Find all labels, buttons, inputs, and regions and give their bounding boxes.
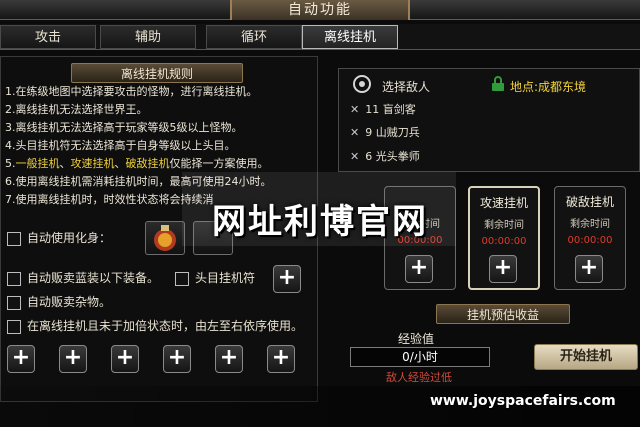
buff-slot-add-button[interactable]: + xyxy=(111,345,139,373)
rule-5-opt3: 破敌挂机 xyxy=(125,157,170,170)
rule-line-5: 5.一般挂机、攻速挂机、破敌挂机仅能择一方案使用。 xyxy=(5,155,317,173)
rule-line: 2.离线挂机无法选择世界王。 xyxy=(5,103,148,116)
auto-sell-misc-label: 自动贩卖杂物。 xyxy=(27,295,112,309)
buff-slot-add-button[interactable]: + xyxy=(59,345,87,373)
window-title: 自动功能 xyxy=(230,0,410,20)
rules-heading: 离线挂机规则 xyxy=(71,63,243,83)
site-url: www.joyspacefairs.com xyxy=(430,393,616,409)
mode-add-time-button[interactable]: + xyxy=(405,255,433,283)
enemy-item[interactable]: ✕ 11 盲剑客 xyxy=(350,101,416,117)
tab-attack[interactable]: 攻击 xyxy=(0,25,96,49)
enemy-item[interactable]: ✕ 6 光头拳师 xyxy=(350,148,420,164)
buff-slot-add-button[interactable]: + xyxy=(267,345,295,373)
map-location: 地点:成都东境 xyxy=(510,80,587,94)
auto-sell-blue-checkbox[interactable] xyxy=(7,271,21,286)
enemy-level: 11 xyxy=(365,103,380,116)
rule-line: 1.在练级地图中选择要攻击的怪物，进行离线挂机。 xyxy=(5,85,258,98)
estimate-heading: 挂机预估收益 xyxy=(436,304,570,324)
crossed-swords-icon: ✕ xyxy=(350,126,360,139)
buff-slot-add-button[interactable]: + xyxy=(163,345,191,373)
rule-line: 3.离线挂机无法选择高于玩家等级5级以上怪物。 xyxy=(5,121,243,134)
enemy-name: 盲剑客 xyxy=(382,103,416,116)
rule-5-sep2: 、 xyxy=(114,157,126,170)
rule-5-opt1: 一般挂机 xyxy=(15,157,60,170)
boss-charm-checkbox[interactable] xyxy=(175,271,189,286)
tab-support[interactable]: 辅助 xyxy=(100,25,196,49)
buff-order-label: 在离线挂机且未于加倍状态时，由左至右依序使用。 xyxy=(27,319,304,333)
tab-loop[interactable]: 循环 xyxy=(206,25,302,49)
exp-warning: 敌人经验过低 xyxy=(386,371,452,384)
buff-order-checkbox[interactable] xyxy=(7,319,21,334)
start-idle-button[interactable]: 开始挂机 xyxy=(534,344,638,370)
rule-5-opt2: 攻速挂机 xyxy=(70,157,115,170)
boss-charm-option[interactable]: 头目挂机符 xyxy=(175,269,255,289)
auto-sell-misc-checkbox[interactable] xyxy=(7,295,21,310)
auto-sell-misc-option[interactable]: 自动贩卖杂物。 xyxy=(7,293,111,313)
watermark-text: 网址利博官网 xyxy=(212,202,428,242)
buff-order-option[interactable]: 在离线挂机且未于加倍状态时，由左至右依序使用。 xyxy=(7,317,303,337)
auto-sell-blue-option[interactable]: 自动贩卖蓝装以下装备。 xyxy=(7,269,159,289)
enemy-name: 光头拳师 xyxy=(375,150,420,163)
buff-slot-add-button[interactable]: + xyxy=(7,345,35,373)
exp-label: 经验值 xyxy=(398,332,435,346)
tab-offline[interactable]: 离线挂机 xyxy=(302,25,398,49)
buff-slot-add-button[interactable]: + xyxy=(215,345,243,373)
auto-sell-blue-label: 自动贩卖蓝装以下装备。 xyxy=(27,271,160,285)
boss-charm-label: 头目挂机符 xyxy=(195,271,256,285)
rule-5-num: 5. xyxy=(5,157,16,170)
crossed-swords-icon: ✕ xyxy=(350,150,360,163)
enemy-select-title: 选择敌人 xyxy=(382,80,431,94)
target-icon xyxy=(353,75,371,93)
title-bar: 自动功能 xyxy=(0,0,640,20)
exp-value: 0/小时 xyxy=(350,347,490,367)
rule-5-sep1: 、 xyxy=(59,157,71,170)
enemy-level: 9 xyxy=(365,126,373,139)
enemy-item[interactable]: ✕ 9 山贼刀兵 xyxy=(350,124,420,140)
mode-add-time-button[interactable]: + xyxy=(489,255,517,283)
enemy-name: 山贼刀兵 xyxy=(375,126,420,139)
rule-5-rest: 仅能择一方案使用。 xyxy=(169,157,269,170)
crossed-swords-icon: ✕ xyxy=(350,103,360,116)
enemy-level: 6 xyxy=(365,150,373,163)
boss-charm-add-button[interactable]: + xyxy=(273,265,301,293)
tab-bar: 攻击 辅助 循环 离线挂机 xyxy=(0,24,640,50)
mode-add-time-button[interactable]: + xyxy=(575,255,603,283)
rule-line: 4.头目挂机符无法选择高于自身等级以上头目。 xyxy=(5,139,236,152)
lock-icon xyxy=(492,76,504,91)
